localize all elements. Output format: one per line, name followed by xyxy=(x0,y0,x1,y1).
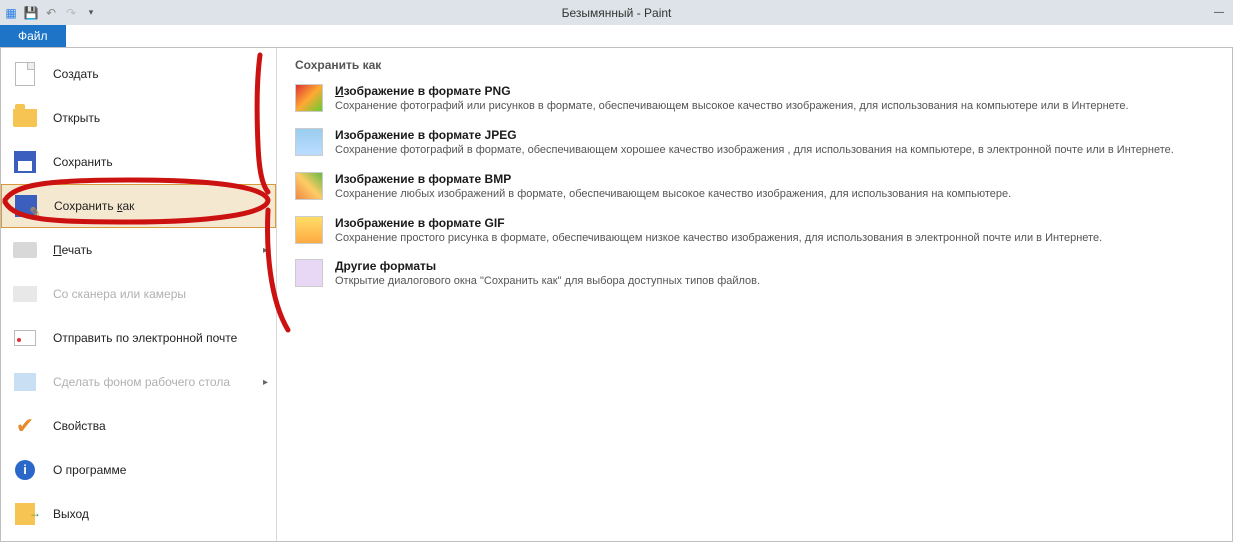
menu-label: Выход xyxy=(53,507,89,521)
new-icon xyxy=(13,62,37,86)
menu-item-new[interactable]: Создать xyxy=(1,52,276,96)
quick-access-toolbar: ▦ 💾 ↶ ↷ ▾ xyxy=(0,4,100,22)
menu-item-scanner: Со сканера или камеры xyxy=(1,272,276,316)
desktop-icon xyxy=(13,370,37,394)
mail-icon xyxy=(13,326,37,350)
window-title: Безымянный - Paint xyxy=(562,6,672,20)
sub-title: Изображение в формате JPEG xyxy=(335,128,1174,142)
save-icon[interactable]: 💾 xyxy=(22,4,40,22)
sub-desc: Открытие диалогового окна "Сохранить как… xyxy=(335,274,760,289)
png-icon xyxy=(295,84,323,112)
sub-desc: Сохранение простого рисунка в формате, о… xyxy=(335,231,1102,246)
menu-label: Свойства xyxy=(53,419,106,433)
chevron-right-icon: ▸ xyxy=(263,245,268,256)
sub-desc: Сохранение любых изображений в формате, … xyxy=(335,187,1011,202)
save-as-png[interactable]: Изображение в формате PNG Сохранение фот… xyxy=(295,84,1214,114)
paint-app-icon[interactable]: ▦ xyxy=(2,4,20,22)
title-bar: ▦ 💾 ↶ ↷ ▾ Безымянный - Paint — xyxy=(0,0,1233,25)
save-as-icon xyxy=(14,194,38,218)
scanner-icon xyxy=(13,282,37,306)
save-as-bmp[interactable]: Изображение в формате BMP Сохранение люб… xyxy=(295,172,1214,202)
menu-label: Отправить по электронной почте xyxy=(53,331,237,345)
menu-label: Сохранить xyxy=(53,155,113,169)
menu-label: Сохранить как xyxy=(54,199,134,213)
menu-label: О программе xyxy=(53,463,126,477)
save-as-jpeg[interactable]: Изображение в формате JPEG Сохранение фо… xyxy=(295,128,1214,158)
minimize-button[interactable]: — xyxy=(1205,3,1233,23)
sub-title: Другие форматы xyxy=(335,259,760,273)
sub-desc: Сохранение фотографий в формате, обеспеч… xyxy=(335,143,1174,158)
bmp-icon xyxy=(295,172,323,200)
other-format-icon xyxy=(295,259,323,287)
save-icon xyxy=(13,150,37,174)
sub-title: Изображение в формате GIF xyxy=(335,216,1102,230)
gif-icon xyxy=(295,216,323,244)
info-icon: i xyxy=(13,458,37,482)
file-tab[interactable]: Файл xyxy=(0,25,66,47)
save-as-submenu: Сохранить как Изображение в формате PNG … xyxy=(277,48,1232,541)
chevron-right-icon: ▸ xyxy=(262,201,267,212)
menu-label: Создать xyxy=(53,67,99,81)
menu-item-email[interactable]: Отправить по электронной почте xyxy=(1,316,276,360)
qat-dropdown-icon[interactable]: ▾ xyxy=(82,4,100,22)
menu-item-open[interactable]: Открыть xyxy=(1,96,276,140)
menu-item-about[interactable]: i О программе xyxy=(1,448,276,492)
ribbon-tabs: Файл xyxy=(0,25,1233,47)
chevron-right-icon: ▸ xyxy=(263,377,268,388)
menu-label: Печать xyxy=(53,243,92,257)
menu-label: Открыть xyxy=(53,111,100,125)
exit-icon xyxy=(13,502,37,526)
undo-icon[interactable]: ↶ xyxy=(42,4,60,22)
menu-item-save-as[interactable]: Сохранить как ▸ xyxy=(1,184,276,228)
check-icon: ✔ xyxy=(13,414,37,438)
menu-item-properties[interactable]: ✔ Свойства xyxy=(1,404,276,448)
open-icon xyxy=(13,106,37,130)
sub-desc: Сохранение фотографий или рисунков в фор… xyxy=(335,99,1129,114)
menu-label: Сделать фоном рабочего стола xyxy=(53,375,230,389)
menu-item-print[interactable]: Печать ▸ xyxy=(1,228,276,272)
menu-item-exit[interactable]: Выход xyxy=(1,492,276,536)
file-menu-list: Создать Открыть Сохранить Сохранить как … xyxy=(1,48,277,541)
save-as-gif[interactable]: Изображение в формате GIF Сохранение про… xyxy=(295,216,1214,246)
menu-label: Со сканера или камеры xyxy=(53,287,186,301)
submenu-title: Сохранить как xyxy=(295,58,1214,72)
file-menu-dropdown: Создать Открыть Сохранить Сохранить как … xyxy=(0,47,1233,542)
sub-title: Изображение в формате PNG xyxy=(335,84,1129,98)
jpeg-icon xyxy=(295,128,323,156)
save-as-other[interactable]: Другие форматы Открытие диалогового окна… xyxy=(295,259,1214,289)
print-icon xyxy=(13,238,37,262)
menu-item-desktop-bg: Сделать фоном рабочего стола ▸ xyxy=(1,360,276,404)
menu-item-save[interactable]: Сохранить xyxy=(1,140,276,184)
sub-title: Изображение в формате BMP xyxy=(335,172,1011,186)
redo-icon[interactable]: ↷ xyxy=(62,4,80,22)
